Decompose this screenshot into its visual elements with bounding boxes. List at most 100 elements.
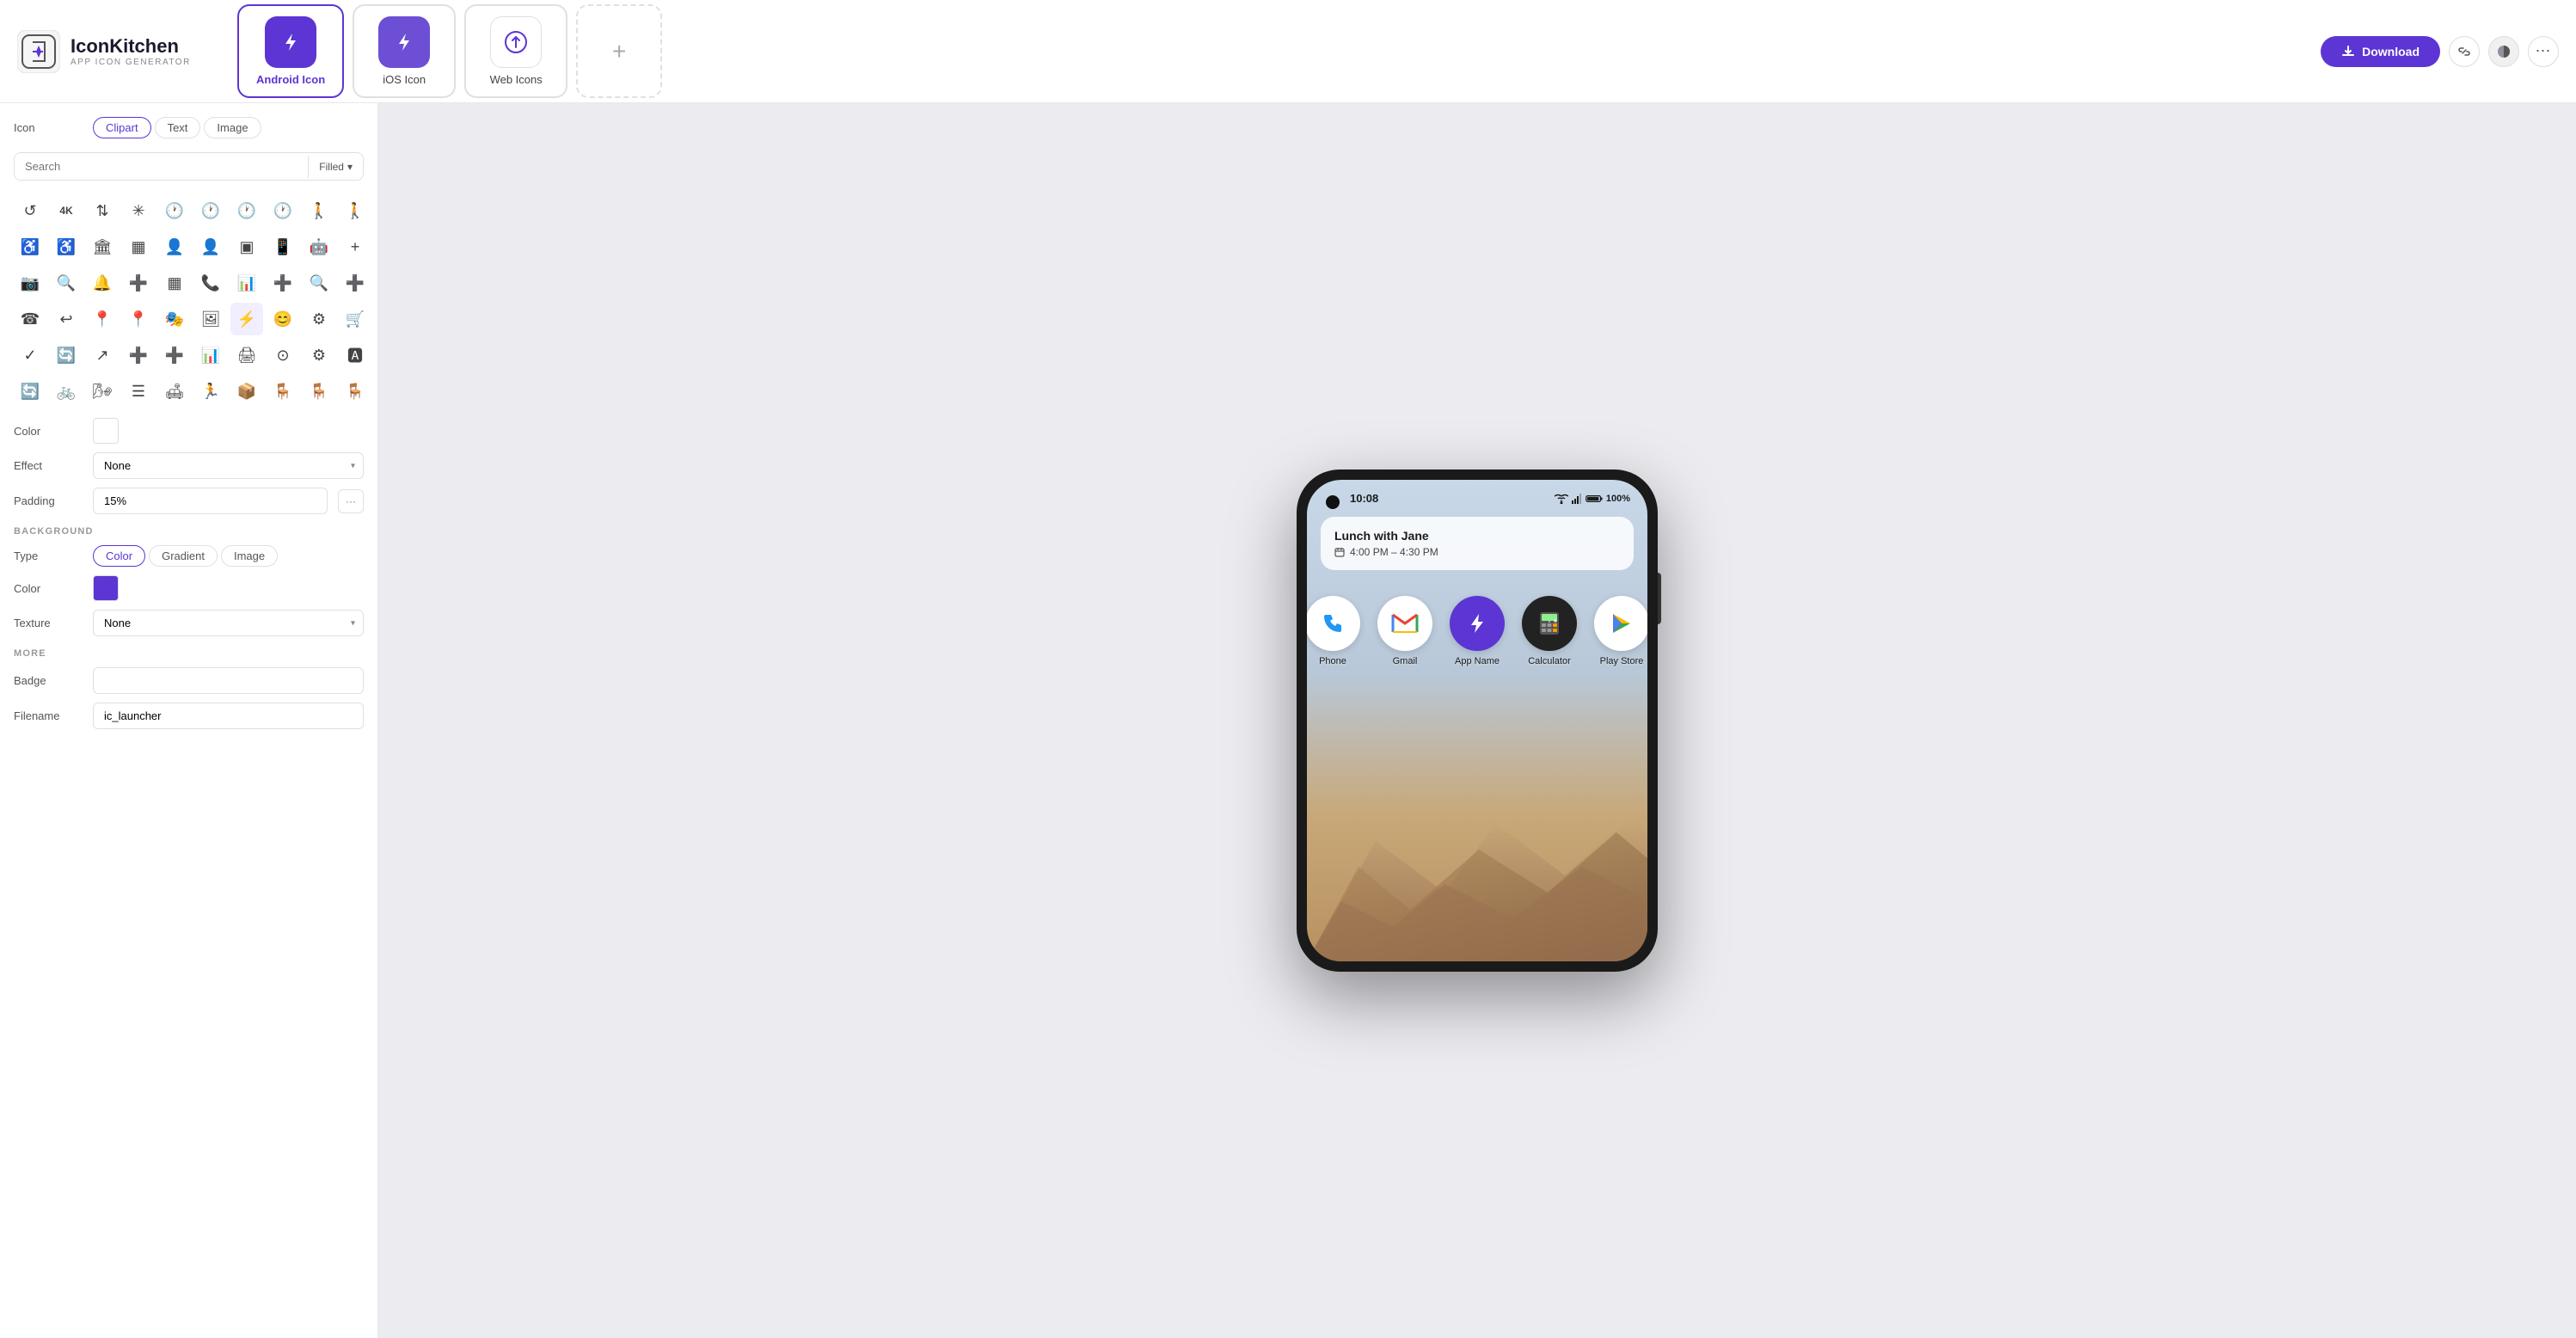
icon-cell[interactable]: 🕐 — [230, 194, 263, 227]
padding-label: Padding — [14, 494, 83, 507]
icon-cell[interactable]: 📷 — [14, 267, 46, 299]
icon-cell[interactable]: 🔄 — [14, 375, 46, 408]
icon-color-swatch[interactable] — [93, 418, 119, 444]
icon-cell[interactable]: ⚙ — [303, 339, 335, 371]
icon-cell[interactable]: 🚶 — [339, 194, 371, 227]
icon-cell[interactable]: ➕ — [339, 267, 371, 299]
icon-cell[interactable]: 🔍 — [50, 267, 83, 299]
icon-cell[interactable]: ⚙ — [303, 303, 335, 335]
icon-cell[interactable]: ⇅ — [86, 194, 119, 227]
bg-type-tabs: Color Gradient Image — [93, 545, 278, 567]
icon-cell[interactable]: 🪑 — [267, 375, 299, 408]
icon-cell[interactable]: ✳ — [122, 194, 155, 227]
search-filter-dropdown[interactable]: Filled ▾ — [308, 156, 363, 178]
theme-toggle-button[interactable] — [2488, 36, 2519, 67]
header-actions: Download ⋯ — [2321, 36, 2559, 67]
app-icon-phone — [1307, 596, 1360, 651]
search-input[interactable] — [15, 153, 308, 180]
icon-cell[interactable]: 📍 — [122, 303, 155, 335]
icon-cell[interactable]: 📍 — [86, 303, 119, 335]
more-section-header: MORE — [14, 648, 364, 659]
filename-input[interactable] — [93, 703, 364, 729]
tab-bar: Android Icon iOS Icon Web Icons + — [237, 4, 2307, 98]
icon-cell[interactable]: ➕ — [122, 339, 155, 371]
icon-cell[interactable]: 🅰 — [339, 339, 371, 371]
icon-type-row: Icon Clipart Text Image — [14, 117, 364, 138]
icon-cell[interactable]: 🔔 — [86, 267, 119, 299]
icon-cell[interactable]: 4K — [50, 194, 83, 227]
icon-cell[interactable]: 🪑 — [339, 375, 371, 408]
icon-cell[interactable]: ↩ — [50, 303, 83, 335]
icon-cell[interactable]: 📊 — [230, 267, 263, 299]
bg-tab-image[interactable]: Image — [221, 545, 278, 567]
download-label: Download — [2362, 45, 2420, 58]
bg-tab-gradient[interactable]: Gradient — [149, 545, 218, 567]
icon-cell[interactable]: 🏛 — [86, 230, 119, 263]
icon-cell[interactable]: + — [339, 230, 371, 263]
app-label-playstore: Play Store — [1600, 656, 1644, 666]
icon-cell[interactable]: 😊 — [267, 303, 299, 335]
tab-ios[interactable]: iOS Icon — [353, 4, 456, 98]
icon-cell[interactable]: ➕ — [267, 267, 299, 299]
icon-cell[interactable]: ♿ — [50, 230, 83, 263]
icon-cell[interactable]: ↺ — [14, 194, 46, 227]
tab-web[interactable]: Web Icons — [464, 4, 567, 98]
icon-cell[interactable]: 🖼 — [194, 303, 227, 335]
icon-cell[interactable]: ⊙ — [267, 339, 299, 371]
icon-tab-clipart[interactable]: Clipart — [93, 117, 151, 138]
icon-cell[interactable]: ♿ — [14, 230, 46, 263]
logo-area: IconKitchen APP ICON GENERATOR — [17, 30, 206, 73]
android-tab-icon-wrap — [265, 16, 316, 68]
icon-cell[interactable]: 👤 — [194, 230, 227, 263]
badge-input[interactable] — [93, 667, 364, 694]
upload-icon-web — [504, 30, 528, 54]
download-button[interactable]: Download — [2321, 36, 2440, 67]
icon-cell[interactable]: 🔄 — [50, 339, 83, 371]
icon-cell[interactable]: 🛋 — [158, 375, 191, 408]
icon-cell[interactable]: 🚲 — [50, 375, 83, 408]
icon-cell[interactable]: ✓ — [14, 339, 46, 371]
padding-row: Padding ··· — [14, 488, 364, 514]
padding-more-button[interactable]: ··· — [338, 489, 364, 513]
icon-cell[interactable]: 📱 — [267, 230, 299, 263]
icon-cell[interactable]: 🔍 — [303, 267, 335, 299]
icon-cell[interactable]: 🌬 — [86, 375, 119, 408]
bg-tab-color[interactable]: Color — [93, 545, 145, 567]
icon-cell[interactable]: 🕐 — [194, 194, 227, 227]
bg-color-swatch[interactable] — [93, 575, 119, 601]
icon-cell[interactable]: ▦ — [122, 230, 155, 263]
icon-tab-text[interactable]: Text — [155, 117, 201, 138]
padding-input[interactable] — [93, 488, 328, 514]
icon-cell[interactable]: ☎ — [14, 303, 46, 335]
icon-cell[interactable]: 📦 — [230, 375, 263, 408]
icon-cell[interactable]: ↗ — [86, 339, 119, 371]
icon-cell[interactable]: 📞 — [194, 267, 227, 299]
tab-android[interactable]: Android Icon — [237, 4, 344, 98]
icon-cell[interactable]: 🏃 — [194, 375, 227, 408]
icon-cell[interactable]: 🤖 — [303, 230, 335, 263]
link-button[interactable] — [2449, 36, 2480, 67]
icon-cell[interactable]: ☰ — [122, 375, 155, 408]
effect-row: Effect None Shadow Glow ▾ — [14, 452, 364, 479]
icon-cell[interactable]: 🖨 — [230, 339, 263, 371]
icon-cell[interactable]: 🚶 — [303, 194, 335, 227]
icon-cell[interactable]: 🛒 — [339, 303, 371, 335]
icon-cell[interactable]: 👤 — [158, 230, 191, 263]
icon-cell[interactable]: 🪑 — [303, 375, 335, 408]
icon-cell[interactable]: 🕐 — [267, 194, 299, 227]
tab-add[interactable]: + — [576, 4, 662, 98]
icon-cell[interactable]: 📊 — [194, 339, 227, 371]
icon-cell[interactable]: ▣ — [230, 230, 263, 263]
more-button[interactable]: ⋯ — [2528, 36, 2559, 67]
icon-cell[interactable]: ▦ — [158, 267, 191, 299]
icon-tab-image[interactable]: Image — [204, 117, 261, 138]
icon-cell[interactable]: 🎭 — [158, 303, 191, 335]
effect-select[interactable]: None Shadow Glow — [93, 452, 364, 479]
icon-cell[interactable]: 🕐 — [158, 194, 191, 227]
texture-select[interactable]: None Subtle Strong — [93, 610, 364, 636]
icon-type-tabs: Clipart Text Image — [93, 117, 261, 138]
bg-type-label: Type — [14, 549, 83, 562]
icon-cell[interactable]: ➕ — [158, 339, 191, 371]
icon-cell-selected[interactable]: ⚡ — [230, 303, 263, 335]
icon-cell[interactable]: ➕ — [122, 267, 155, 299]
